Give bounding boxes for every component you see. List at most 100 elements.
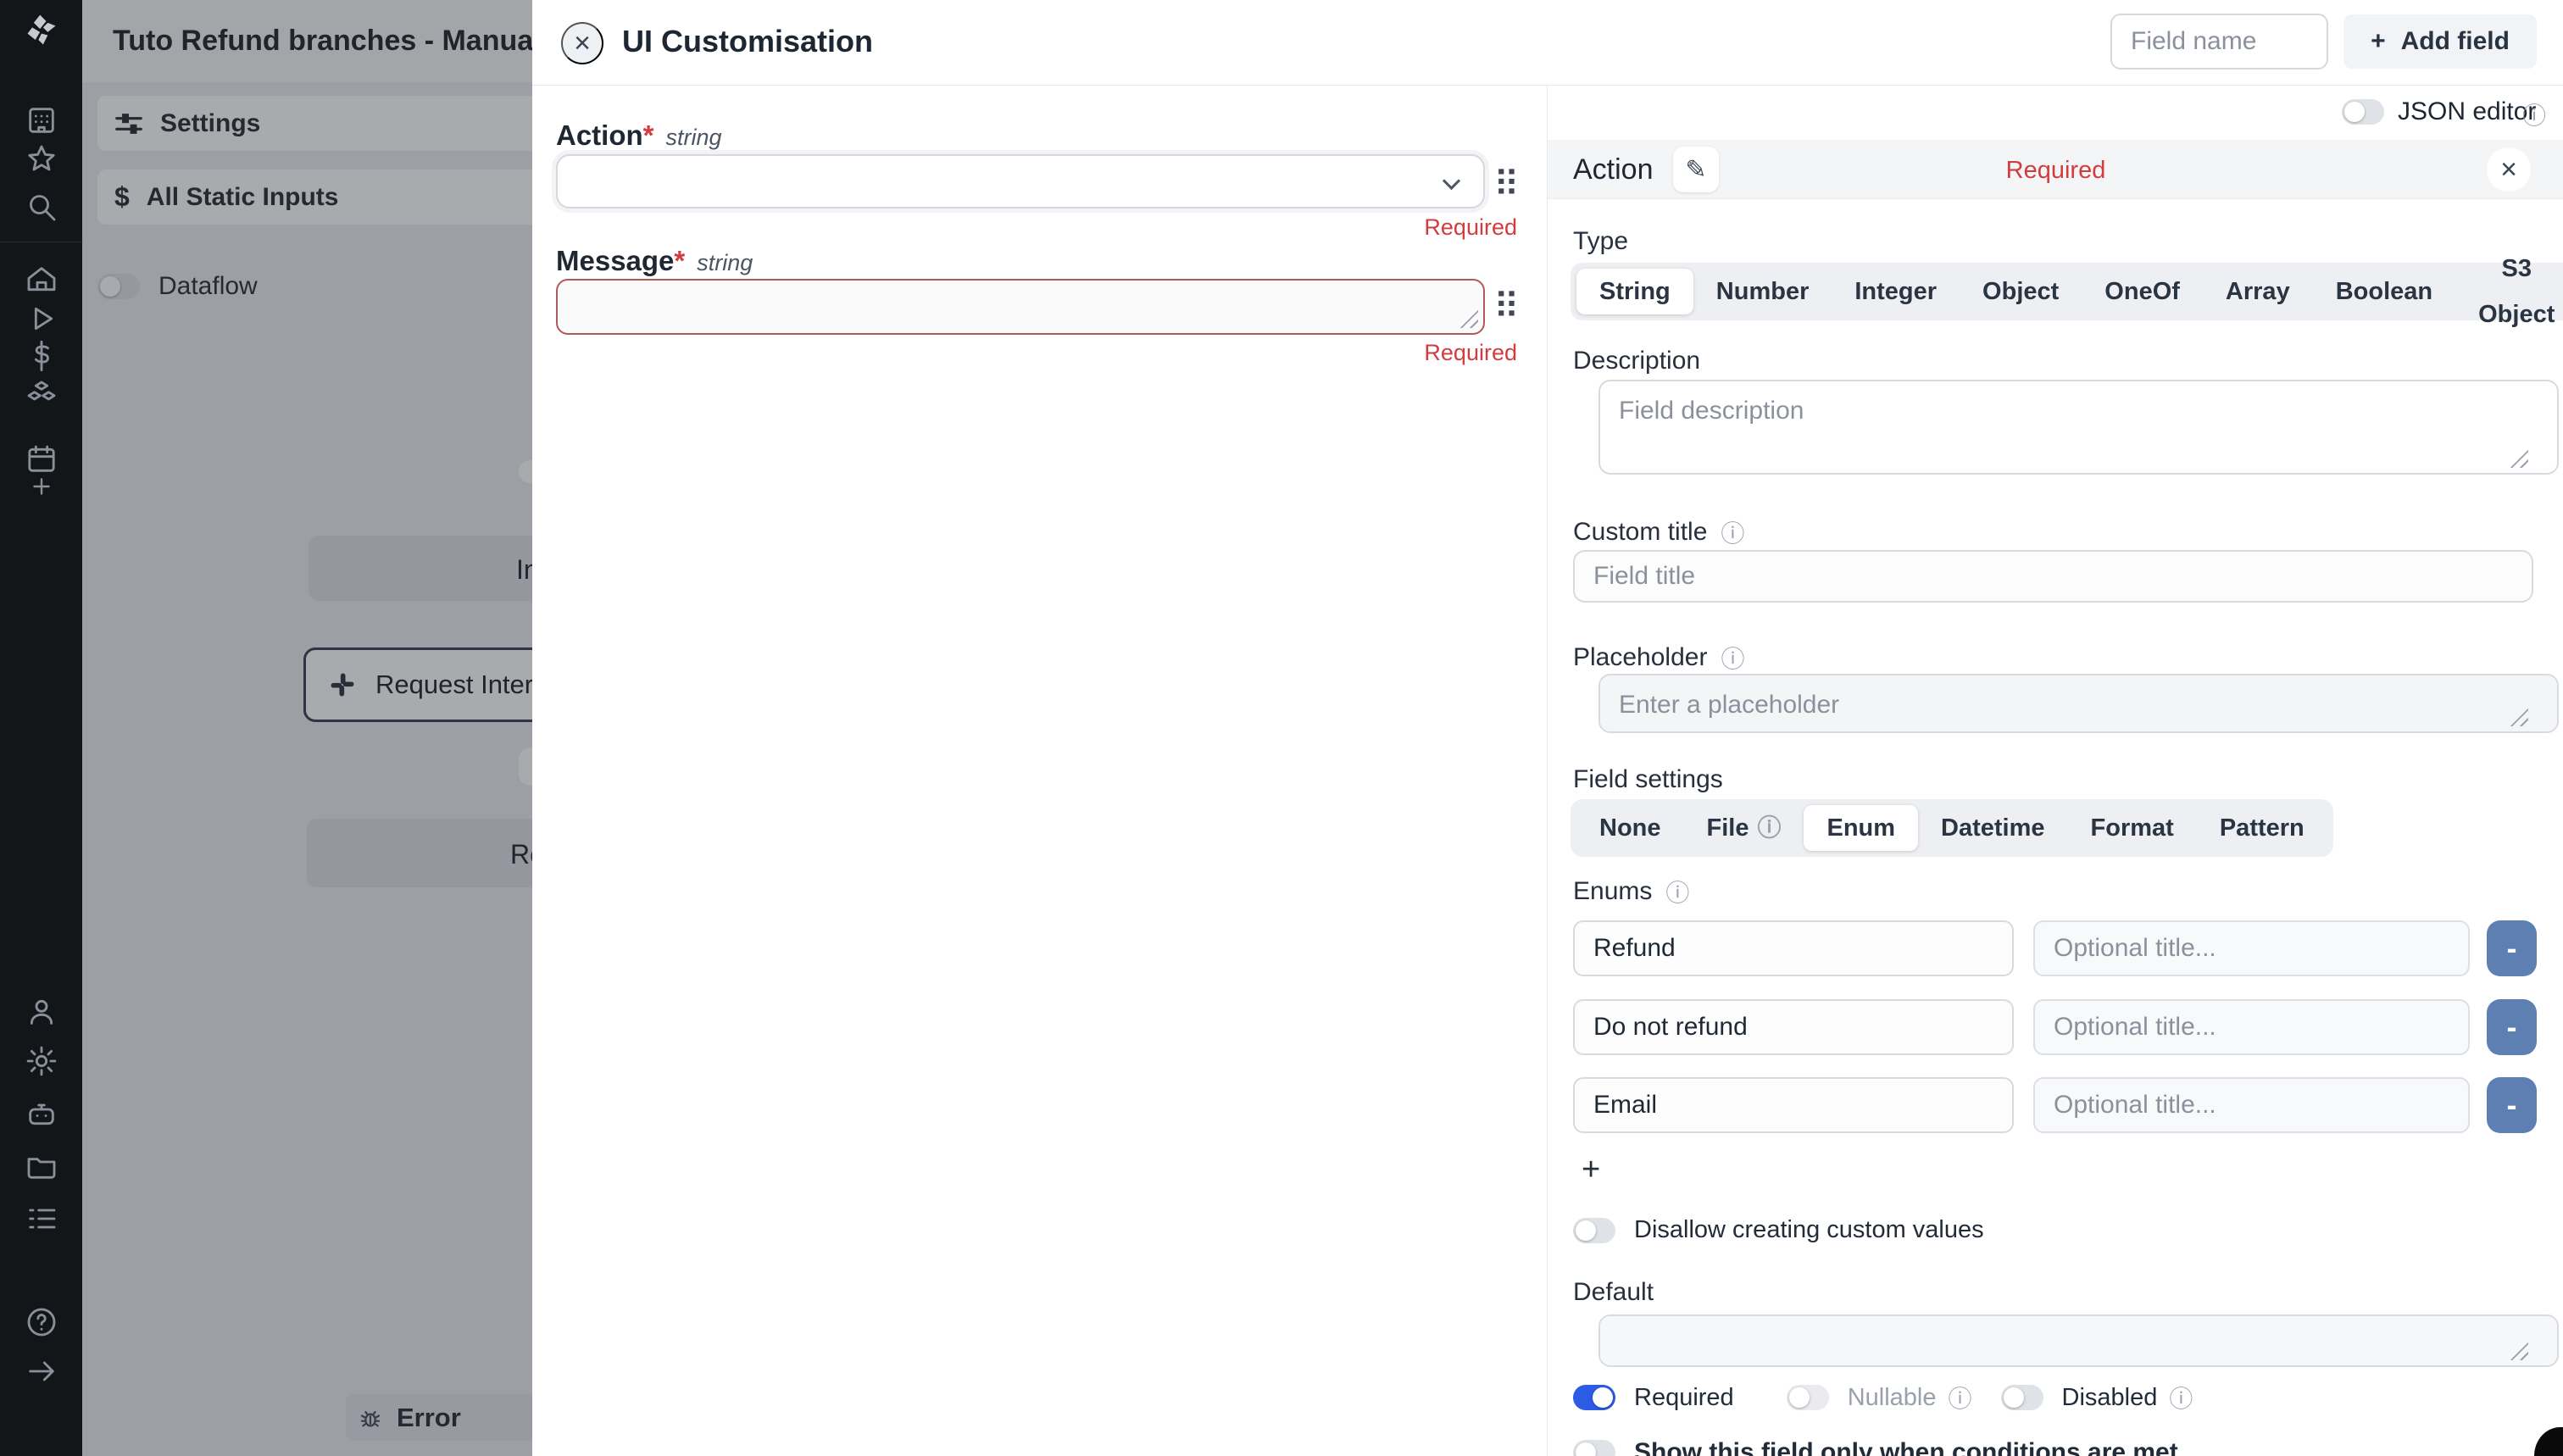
ui-customisation-modal: × UI Customisation + Add field Action*st… <box>532 0 2563 1456</box>
settings-gear-icon[interactable] <box>23 1042 60 1080</box>
placeholder-textarea[interactable] <box>1598 674 2559 733</box>
profile-user-icon[interactable] <box>23 993 60 1031</box>
workspace-icon[interactable] <box>23 102 60 139</box>
enums-info-icon[interactable]: ⓘ <box>1665 875 1689 909</box>
plus-icon: + <box>2371 27 2386 56</box>
type-option-integer[interactable]: Integer <box>1832 269 1960 314</box>
enum-value-input[interactable] <box>1573 999 2014 1055</box>
enum-title-input[interactable] <box>2033 920 2470 976</box>
json-editor-info-icon[interactable]: ⓘ <box>2522 97 2546 131</box>
help-icon[interactable] <box>23 1303 60 1341</box>
collapse-arrow-icon[interactable] <box>23 1353 60 1390</box>
workflow-canvas: Tuto Refund branches - Manually ✎ Settin… <box>82 0 532 1456</box>
field-settings-label: Field settings <box>1573 765 1723 794</box>
disallow-custom-values-label: Disallow creating custom values <box>1634 1216 1984 1244</box>
field-header-band: Action ✎ Required × <box>1548 140 2563 199</box>
enum-row: - <box>1548 920 2563 976</box>
disallow-custom-values-toggle[interactable] <box>1573 1218 1615 1243</box>
disallow-custom-values-row: Disallow creating custom values <box>1573 1216 1984 1244</box>
message-drag-handle[interactable]: ⠿ <box>1493 289 1518 325</box>
json-editor-toggle[interactable] <box>2342 99 2384 125</box>
nullable-toggle-label: Nullable <box>1848 1384 1937 1412</box>
nullable-toggle[interactable] <box>1787 1385 1829 1410</box>
required-toggle-label: Required <box>1634 1384 1734 1412</box>
fs-option-none[interactable]: None <box>1576 805 1684 851</box>
nullable-info-icon[interactable]: ⓘ <box>1948 1381 1971 1414</box>
add-plus-icon[interactable] <box>23 468 60 505</box>
description-textarea[interactable] <box>1598 380 2559 475</box>
description-label: Description <box>1573 347 1700 375</box>
message-type-hint: string <box>697 250 753 275</box>
field-name-input[interactable] <box>2110 14 2328 69</box>
favorites-star-icon[interactable] <box>23 141 60 178</box>
disabled-toggle-label: Disabled <box>2062 1384 2158 1412</box>
fs-option-file[interactable]: File ⓘ <box>1684 805 1804 851</box>
conditions-label: Show this field only when conditions are… <box>1634 1438 2178 1456</box>
placeholder-label: Placeholder ⓘ <box>1573 641 1744 675</box>
custom-title-info-icon[interactable]: ⓘ <box>1721 515 1744 549</box>
action-select-input[interactable] <box>556 154 1485 208</box>
file-info-icon: ⓘ <box>1757 805 1781 851</box>
type-option-object[interactable]: Object <box>1960 269 2082 314</box>
field-required-badge: Required <box>1548 157 2563 185</box>
message-required-text: Required <box>556 340 1517 366</box>
enum-value-input[interactable] <box>1573 1077 2014 1133</box>
add-enum-button[interactable]: + <box>1582 1152 1600 1188</box>
type-option-array[interactable]: Array <box>2203 269 2313 314</box>
agents-robot-icon[interactable] <box>23 1095 60 1132</box>
blocks-cubes-icon[interactable] <box>23 376 60 414</box>
billing-dollar-icon[interactable] <box>23 337 60 375</box>
type-option-oneof[interactable]: OneOf <box>2082 269 2203 314</box>
field-settings-segmented-control: None File ⓘ Enum Datetime Format Pattern <box>1571 799 2333 857</box>
enum-title-input[interactable] <box>2033 1077 2470 1133</box>
json-editor-row: JSON editor ⓘ <box>1548 97 2563 128</box>
home-icon[interactable] <box>23 261 60 298</box>
runs-play-icon[interactable] <box>23 300 60 337</box>
disabled-toggle[interactable] <box>2001 1385 2043 1410</box>
fs-option-datetime[interactable]: Datetime <box>1918 805 2068 851</box>
enum-value-input[interactable] <box>1573 920 2014 976</box>
type-option-number[interactable]: Number <box>1693 269 1832 314</box>
flags-row: Required Nullable ⓘ Disabled ⓘ <box>1573 1381 2193 1414</box>
modal-title: UI Customisation <box>622 24 873 59</box>
type-segmented-control: String Number Integer Object OneOf Array… <box>1571 263 2563 320</box>
fs-option-format[interactable]: Format <box>2068 805 2197 851</box>
search-icon[interactable] <box>23 188 60 225</box>
remove-enum-button[interactable]: - <box>2487 1077 2537 1133</box>
default-textarea[interactable] <box>1598 1314 2559 1367</box>
custom-title-label: Custom title ⓘ <box>1573 515 1744 549</box>
action-field-label: Action*string <box>556 119 722 152</box>
enum-row: - <box>1548 1077 2563 1133</box>
field-close-icon[interactable]: × <box>2487 147 2531 192</box>
add-field-button[interactable]: + Add field <box>2343 14 2537 69</box>
modal-backdrop-overlay[interactable] <box>82 0 532 1456</box>
placeholder-info-icon[interactable]: ⓘ <box>1721 641 1744 675</box>
resize-handle-icon[interactable] <box>1459 309 1478 328</box>
action-type-hint: string <box>666 125 722 150</box>
type-option-string[interactable]: String <box>1576 269 1693 314</box>
app-sidebar <box>0 0 82 1456</box>
modal-close-icon[interactable]: × <box>561 22 603 64</box>
action-drag-handle[interactable]: ⠿ <box>1493 167 1518 203</box>
type-option-boolean[interactable]: Boolean <box>2313 269 2455 314</box>
remove-enum-button[interactable]: - <box>2487 999 2537 1055</box>
fs-option-pattern[interactable]: Pattern <box>2197 805 2327 851</box>
files-folder-icon[interactable] <box>23 1148 60 1185</box>
enum-title-input[interactable] <box>2033 999 2470 1055</box>
custom-title-input[interactable] <box>1573 550 2533 603</box>
message-textarea-input[interactable] <box>556 279 1485 335</box>
disabled-info-icon[interactable]: ⓘ <box>2169 1381 2193 1414</box>
modal-header: × UI Customisation + Add field <box>532 0 2563 86</box>
fs-option-enum[interactable]: Enum <box>1804 805 1918 851</box>
logs-list-icon[interactable] <box>23 1200 60 1237</box>
chevron-down-icon <box>1443 172 1460 190</box>
default-label: Default <box>1573 1278 1654 1307</box>
remove-enum-button[interactable]: - <box>2487 920 2537 976</box>
required-toggle[interactable] <box>1573 1385 1615 1410</box>
type-label: Type <box>1573 227 1628 256</box>
conditions-toggle[interactable] <box>1573 1440 1615 1456</box>
form-preview-pane: Action*string ⠿ Required Message*string … <box>532 86 1547 1456</box>
enum-row: - <box>1548 999 2563 1055</box>
type-option-s3object[interactable]: S3 Object <box>2455 269 2563 314</box>
json-editor-label: JSON editor <box>2398 97 2536 126</box>
